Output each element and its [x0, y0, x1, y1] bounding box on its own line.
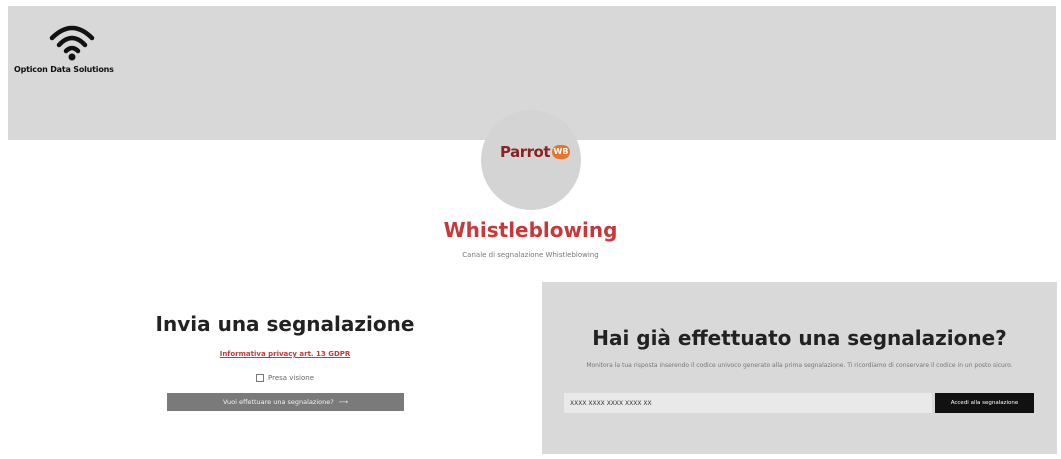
- company-logo[interactable]: Opticon Data Solutions: [14, 14, 154, 84]
- existing-report-description: Monitora la tua risposta inserendo il co…: [586, 362, 1013, 369]
- parrot-wordmark: Parrot: [500, 143, 550, 161]
- existing-report-panel: Hai già effettuato una segnalazione? Mon…: [542, 282, 1057, 454]
- new-report-button-label: Vuoi effettuare una segnalazione?: [222, 398, 334, 406]
- wifi-icon: [49, 25, 95, 61]
- new-report-title: Invia una segnalazione: [155, 312, 415, 336]
- new-report-panel: Invia una segnalazione Informativa priva…: [28, 282, 542, 454]
- wb-badge: WB: [551, 145, 570, 159]
- arrow-right-icon: ⟶: [338, 398, 349, 406]
- ack-checkbox-row[interactable]: Presa visione: [28, 374, 542, 382]
- page-title: Whistleblowing: [443, 218, 618, 242]
- new-report-button[interactable]: Vuoi effettuare una segnalazione? ⟶: [167, 393, 404, 411]
- privacy-link[interactable]: Informativa privacy art. 13 GDPR: [28, 350, 542, 358]
- company-name: Opticon Data Solutions: [14, 65, 114, 74]
- parrot-logo: Parrot WB: [500, 138, 570, 166]
- ack-label: Presa visione: [268, 374, 314, 382]
- ack-checkbox[interactable]: [256, 374, 264, 382]
- existing-report-title: Hai già effettuato una segnalazione?: [592, 326, 1007, 350]
- access-report-button[interactable]: Accedi alla segnalazione: [935, 393, 1034, 413]
- report-code-input[interactable]: [564, 393, 932, 413]
- page-subtitle: Canale di segnalazione Whistleblowing: [462, 251, 599, 259]
